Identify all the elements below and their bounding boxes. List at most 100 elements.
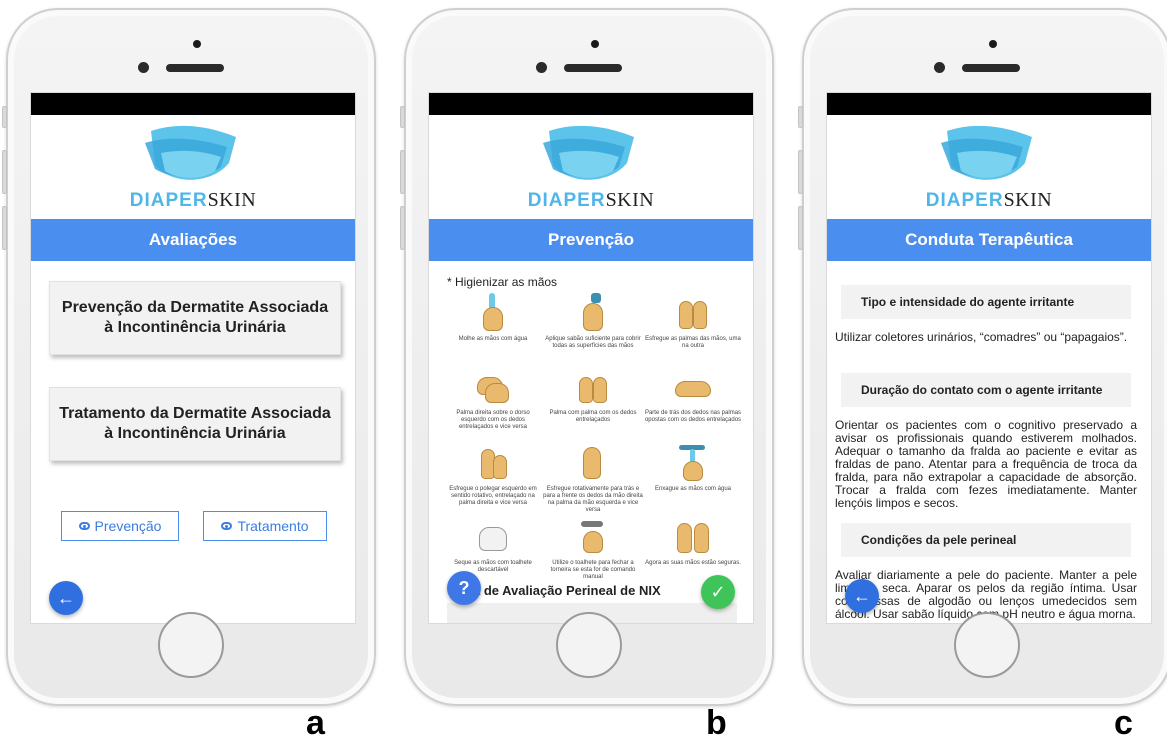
confirm-button[interactable]: ✓ bbox=[701, 575, 735, 609]
step-caption: Utilize o toalhete para fechar a torneir… bbox=[550, 560, 636, 580]
step-caption: Esfregue rotativamente para trás e para … bbox=[543, 486, 643, 513]
step-caption: Palma direita sobre o dorso esquerdo com… bbox=[456, 410, 530, 430]
hand-wash-illustration-icon bbox=[673, 293, 713, 333]
app-screen-conduta: DIAPERSKIN Conduta Terapêutica Tipo e in… bbox=[826, 92, 1152, 624]
volume-button bbox=[400, 150, 405, 194]
phone-frame-c: DIAPERSKIN Conduta Terapêutica Tipo e in… bbox=[798, 8, 1167, 706]
hand-wash-illustration-icon bbox=[673, 517, 713, 557]
hand-wash-illustration-icon bbox=[573, 517, 613, 557]
logo-text-skin: SKIN bbox=[605, 189, 655, 211]
question-icon: ? bbox=[458, 577, 470, 598]
volume-button bbox=[400, 206, 405, 250]
section-text-contact-duration: Orientar os pacientes com o cognitivo pr… bbox=[835, 418, 1137, 510]
section-heading-skin-condition: Condições da pele perineal bbox=[841, 523, 1131, 557]
prevention-card[interactable]: Prevenção da Dermatite Associada à Incon… bbox=[49, 281, 341, 355]
panel-label-b: b bbox=[706, 704, 727, 742]
earpiece-speaker bbox=[962, 64, 1020, 72]
status-bar bbox=[31, 93, 355, 115]
hand-wash-illustration-icon bbox=[673, 443, 713, 483]
step-caption: Parte de trás dos dedos nas palmas opost… bbox=[644, 410, 742, 423]
hand-hygiene-note: * Higienizar as mãos bbox=[447, 275, 558, 289]
step-card: Aplique sabão suficiente para cobrir tod… bbox=[543, 293, 643, 350]
app-screen-avaliacoes: DIAPERSKIN Avaliações Prevenção da Derma… bbox=[30, 92, 356, 624]
diaper-logo-icon bbox=[543, 125, 634, 180]
hand-wash-illustration-icon bbox=[473, 443, 513, 483]
sensor-dot bbox=[989, 40, 997, 48]
phone-frame-a: DIAPERSKIN Avaliações Prevenção da Derma… bbox=[2, 8, 376, 706]
logo-text-skin: SKIN bbox=[1003, 189, 1053, 211]
treatment-button-label: Tratamento bbox=[237, 518, 309, 534]
check-icon: ✓ bbox=[710, 581, 726, 602]
volume-button bbox=[2, 150, 7, 194]
volume-button bbox=[798, 106, 803, 128]
step-caption: Enxague as mãos com água bbox=[654, 486, 732, 492]
hand-wash-illustration-icon bbox=[473, 293, 513, 333]
hand-wash-illustration-icon bbox=[473, 367, 513, 407]
back-button[interactable]: ← bbox=[49, 581, 83, 615]
step-caption: Palma com palma com os dedos entrelaçado… bbox=[549, 410, 637, 423]
app-logo: DIAPERSKIN bbox=[827, 115, 1151, 219]
logo-wordmark: DIAPERSKIN bbox=[429, 189, 753, 212]
nix-scale-heading: a de Avaliação Perineal de NIX bbox=[473, 583, 661, 598]
front-camera bbox=[934, 62, 945, 73]
back-button[interactable]: ← bbox=[845, 579, 879, 613]
logo-text-diaper: DIAPER bbox=[527, 190, 606, 211]
prevention-button[interactable]: Prevenção bbox=[61, 511, 179, 541]
sensor-dot bbox=[591, 40, 599, 48]
logo-text-diaper: DIAPER bbox=[925, 190, 1004, 211]
logo-wordmark: DIAPERSKIN bbox=[827, 189, 1151, 212]
front-camera bbox=[138, 62, 149, 73]
arrow-left-icon: ← bbox=[57, 587, 75, 608]
phone-frame-b: DIAPERSKIN Prevenção * Higienizar as mão… bbox=[400, 8, 774, 706]
volume-button bbox=[798, 206, 803, 250]
volume-button bbox=[2, 206, 7, 250]
step-card: Esfregue rotativamente para trás e para … bbox=[543, 443, 643, 514]
sensor-dot bbox=[193, 40, 201, 48]
eye-icon bbox=[221, 522, 233, 530]
hand-wash-illustration-icon bbox=[573, 367, 613, 407]
step-card: Esfregue o polegar esquerdo em sentido r… bbox=[443, 443, 543, 507]
status-bar bbox=[827, 93, 1151, 115]
volume-button bbox=[400, 106, 405, 128]
page-title: Prevenção bbox=[429, 219, 753, 261]
section-text-irritant-type: Utilizar coletores urinários, “comadres”… bbox=[835, 330, 1128, 344]
app-screen-prevencao: DIAPERSKIN Prevenção * Higienizar as mão… bbox=[428, 92, 754, 624]
treatment-button[interactable]: Tratamento bbox=[203, 511, 327, 541]
step-card: Esfregue as palmas das mãos, uma na outr… bbox=[643, 293, 743, 350]
home-button[interactable] bbox=[556, 612, 622, 678]
step-card: Palma direita sobre o dorso esquerdo com… bbox=[443, 367, 543, 431]
step-card: Palma com palma com os dedos entrelaçado… bbox=[543, 367, 643, 424]
earpiece-speaker bbox=[564, 64, 622, 72]
step-caption: Aplique sabão suficiente para cobrir tod… bbox=[545, 336, 641, 349]
logo-text-diaper: DIAPER bbox=[129, 190, 208, 211]
hand-wash-illustration-icon bbox=[473, 517, 513, 557]
section-heading-irritant-type: Tipo e intensidade do agente irritante bbox=[841, 285, 1131, 319]
logo-wordmark: DIAPERSKIN bbox=[31, 189, 355, 212]
status-bar bbox=[429, 93, 753, 115]
home-button[interactable] bbox=[954, 612, 1020, 678]
page-title: Avaliações bbox=[31, 219, 355, 261]
prevention-button-label: Prevenção bbox=[94, 518, 162, 534]
step-card: Enxague as mãos com água bbox=[643, 443, 743, 493]
app-logo: DIAPERSKIN bbox=[31, 115, 355, 219]
volume-button bbox=[2, 106, 7, 128]
arrow-left-icon: ← bbox=[853, 585, 871, 606]
help-button[interactable]: ? bbox=[447, 571, 481, 605]
hand-wash-illustration-icon bbox=[573, 293, 613, 333]
panel-label-a: a bbox=[306, 704, 325, 742]
treatment-card[interactable]: Tratamento da Dermatite Associada à Inco… bbox=[49, 387, 341, 461]
eye-icon bbox=[78, 522, 90, 530]
step-caption: Molhe as mãos com água bbox=[458, 336, 528, 342]
step-card: Agora as suas mãos estão seguras. bbox=[643, 517, 743, 567]
step-caption: Agora as suas mãos estão seguras. bbox=[645, 560, 741, 566]
step-caption: Esfregue o polegar esquerdo em sentido r… bbox=[449, 486, 537, 506]
section-heading-contact-duration: Duração do contato com o agente irritant… bbox=[841, 373, 1131, 407]
diaper-logo-icon bbox=[145, 125, 236, 180]
front-camera bbox=[536, 62, 547, 73]
app-logo: DIAPERSKIN bbox=[429, 115, 753, 219]
home-button[interactable] bbox=[158, 612, 224, 678]
step-caption: Esfregue as palmas das mãos, uma na outr… bbox=[645, 336, 741, 349]
step-card: Molhe as mãos com água bbox=[443, 293, 543, 343]
panel-label-c: c bbox=[1114, 704, 1133, 742]
earpiece-speaker bbox=[166, 64, 224, 72]
